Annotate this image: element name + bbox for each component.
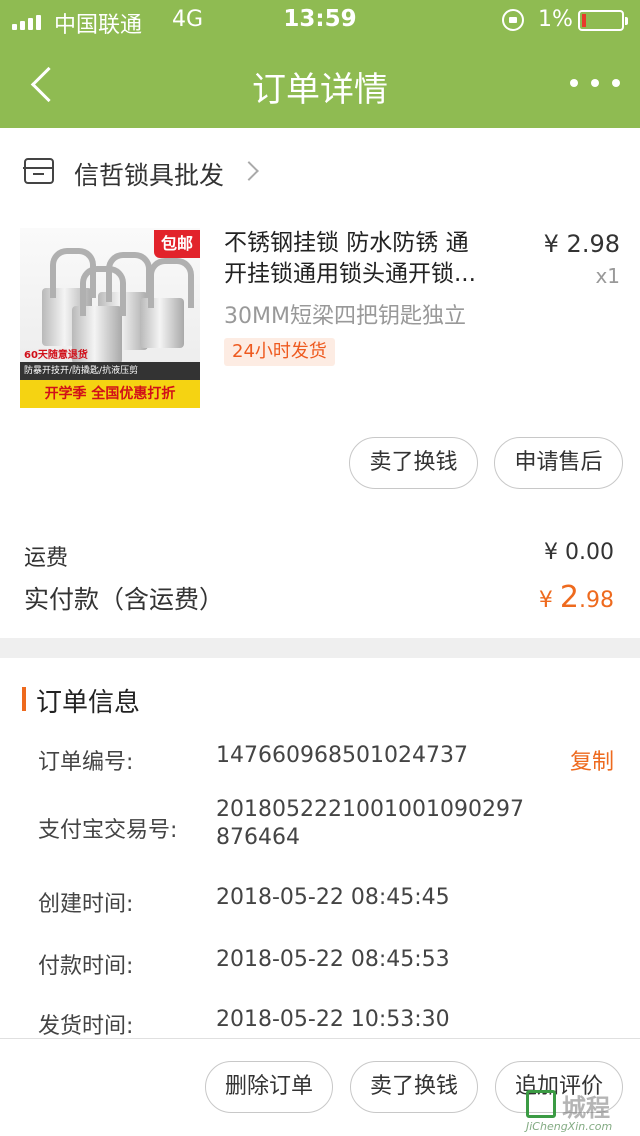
alipay-trade-line: 876464 <box>216 825 300 850</box>
rotation-lock-icon <box>502 9 524 31</box>
paid-time-label: 付款时间: <box>38 954 134 979</box>
shipping-fee-row: 运费 ¥ 0.00 <box>24 540 614 572</box>
logo-icon <box>526 1090 556 1118</box>
free-shipping-badge: 包邮 <box>154 230 200 258</box>
watermark-text: 城程 <box>562 1094 610 1122</box>
product-title-line: 开挂锁通用锁头通开锁... <box>224 261 476 287</box>
paid-amount-value: ¥ 2.98 <box>539 580 614 615</box>
nav-bar: 订单详情 <box>0 40 640 128</box>
dot-icon <box>570 79 578 87</box>
order-item-card: 信哲锁具批发 包邮 60天随意退货 防暴开技开/防撬匙/抗液压剪 开学季 全国优… <box>0 128 640 638</box>
dot-icon <box>591 79 599 87</box>
shop-name: 信哲锁具批发 <box>74 161 225 190</box>
page-title: 订单详情 <box>252 70 388 110</box>
return-policy-text: 60天随意退货 <box>24 350 88 361</box>
product-spec: 30MM短梁四把钥匙独立 <box>224 304 466 329</box>
section-accent-bar <box>22 687 26 711</box>
product-quantity: x1 <box>595 264 620 288</box>
alipay-trade-label: 支付宝交易号: <box>38 818 178 843</box>
shop-link[interactable]: 信哲锁具批发 <box>0 128 640 218</box>
status-bar: 中国联通 4G 13:59 1% <box>0 0 640 40</box>
shipping-fee-value: ¥ 0.00 <box>544 540 614 565</box>
order-info-card: 订单信息 订单编号: 147660968501024737 复制 支付宝交易号:… <box>0 658 640 1039</box>
more-menu-button[interactable] <box>570 68 620 98</box>
paid-amount-label: 实付款（含运费） <box>24 585 225 614</box>
created-time-value: 2018-05-22 08:45:45 <box>216 885 450 910</box>
product-title[interactable]: 不锈钢挂锁 防水防锈 通 开挂锁通用锁头通开锁... <box>224 228 514 290</box>
paid-amount-integer: 2 <box>559 580 579 615</box>
paid-amount-row: 实付款（含运费） ¥ 2.98 <box>24 580 614 616</box>
currency-symbol: ¥ <box>538 588 560 613</box>
chevron-right-icon <box>239 161 259 181</box>
product-title-line: 不锈钢挂锁 防水防锈 通 <box>224 230 469 256</box>
section-title: 订单信息 <box>36 688 141 718</box>
dot-icon <box>612 79 620 87</box>
watermark-logo: 城程 JiChengXin.com <box>524 1088 638 1136</box>
order-number-label: 订单编号: <box>38 750 134 775</box>
store-icon <box>23 158 54 184</box>
alipay-trade-value: 2018052221001001090297 876464 <box>216 796 524 852</box>
sell-for-cash-button[interactable]: 卖了换钱 <box>349 437 478 489</box>
watermark-url: JiChengXin.com <box>526 1120 613 1133</box>
shipping-fee-label: 运费 <box>24 546 69 571</box>
delete-order-button[interactable]: 删除订单 <box>205 1061 333 1113</box>
product-price: ¥ 2.98 <box>543 230 620 258</box>
created-time-label: 创建时间: <box>38 892 134 917</box>
after-sale-button[interactable]: 申请售后 <box>494 437 623 489</box>
padlock-icon <box>140 258 194 348</box>
sell-for-cash-button[interactable]: 卖了换钱 <box>350 1061 478 1113</box>
paid-time-value: 2018-05-22 08:45:53 <box>216 947 450 972</box>
copy-button[interactable]: 复制 <box>570 744 614 776</box>
promo-banner: 开学季 全国优惠打折 <box>20 380 200 408</box>
product-image[interactable]: 包邮 60天随意退货 防暴开技开/防撬匙/抗液压剪 开学季 全国优惠打折 <box>20 228 200 408</box>
paid-amount-decimal: .98 <box>579 588 614 613</box>
feature-strip: 防暴开技开/防撬匙/抗液压剪 <box>20 362 200 380</box>
shipped-time-label: 发货时间: <box>38 1014 134 1039</box>
alipay-trade-line: 2018052221001001090297 <box>216 797 524 822</box>
battery-percent: 1% <box>538 7 573 32</box>
shipping-tag: 24小时发货 <box>224 338 335 366</box>
battery-icon <box>578 10 628 31</box>
shipped-time-value: 2018-05-22 10:53:30 <box>216 1007 450 1032</box>
order-number-value: 147660968501024737 <box>216 743 468 768</box>
